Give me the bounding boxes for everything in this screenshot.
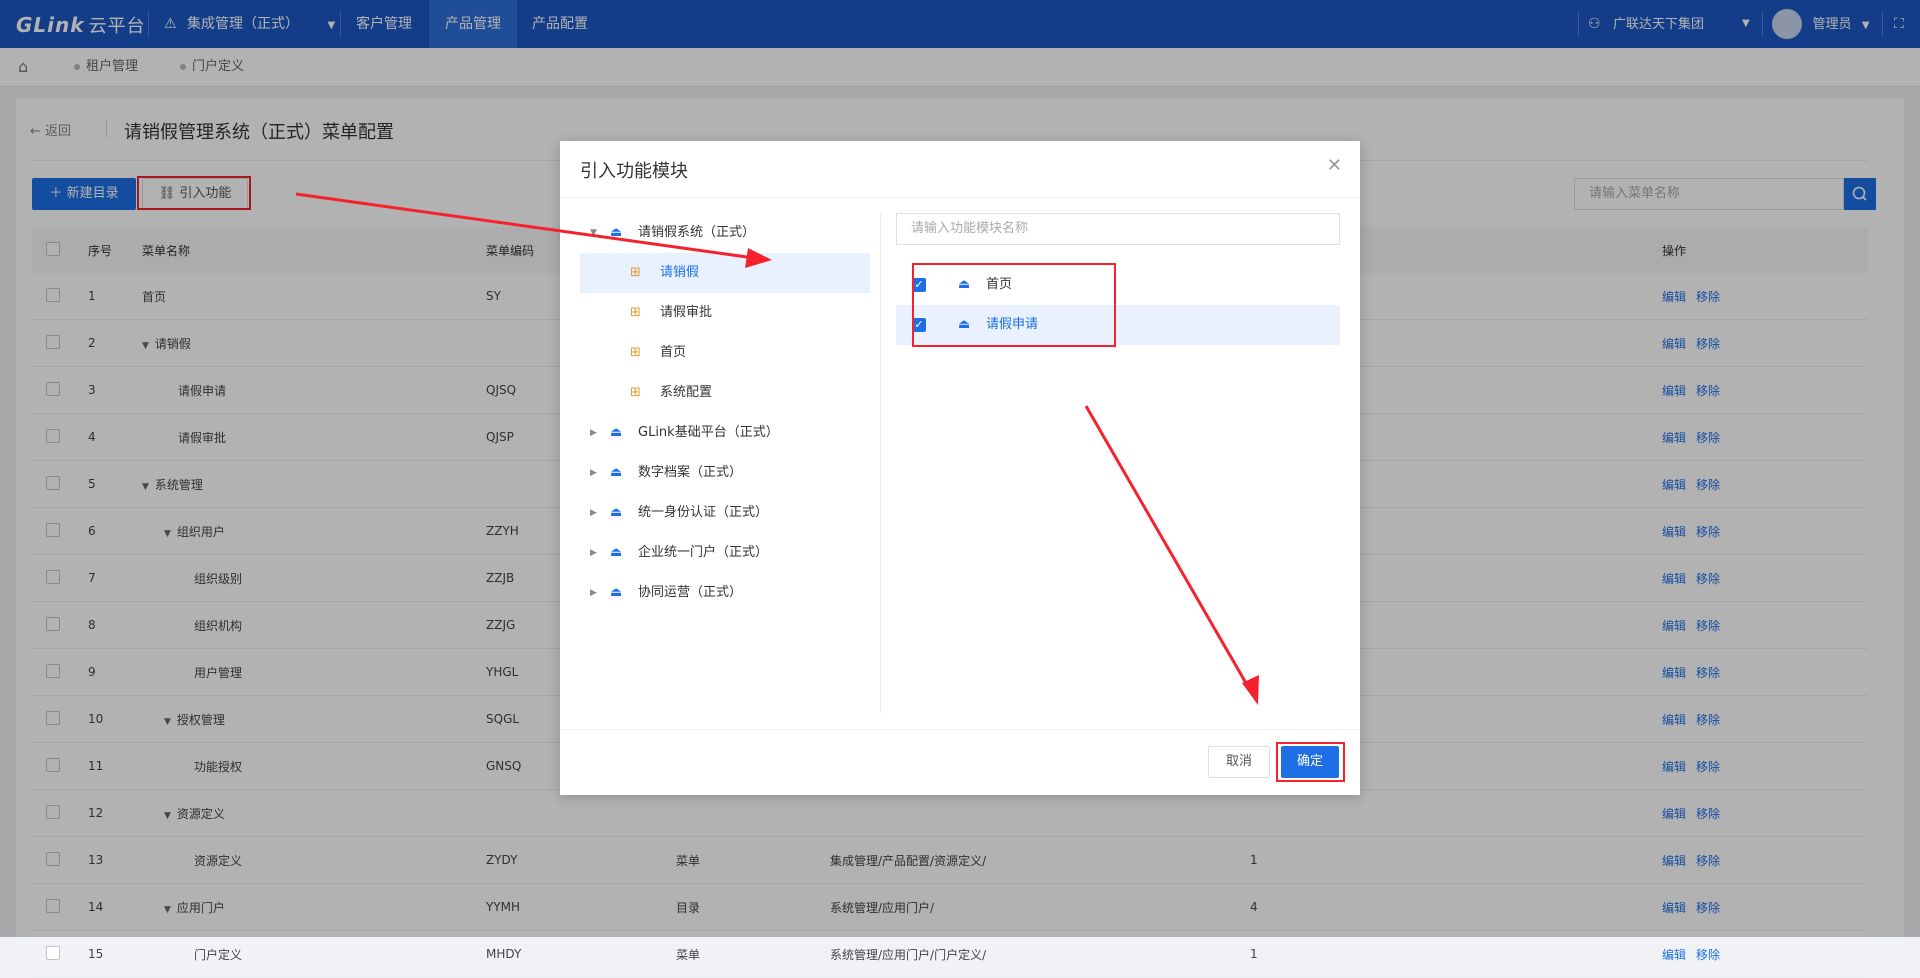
system-icon: ⏏	[610, 585, 623, 600]
row-checkbox[interactable]	[46, 945, 60, 960]
tree-node-system[interactable]: ▶ ⏏ 数字档案（正式）	[580, 453, 870, 493]
row-no: 15	[87, 930, 141, 978]
tree-node-label: 请销假系统（正式）	[638, 225, 756, 240]
module-icon: ⊞	[630, 305, 641, 320]
module-filter-input[interactable]: 请输入功能模块名称	[896, 213, 1340, 245]
row-name: 门户定义	[141, 930, 485, 978]
tree-node-label: 企业统一门户（正式）	[638, 545, 769, 560]
system-icon: ⏏	[610, 545, 623, 560]
tree-node-label: 协同运营（正式）	[638, 585, 743, 600]
tree-node-label: 请假审批	[660, 305, 713, 320]
cancel-button[interactable]: 取消	[1208, 746, 1270, 778]
import-module-dialog: 引入功能模块 ✕ ▼ ⏏ 请销假系统（正式） ⊞ 请销假 ⊞ 请假审批 ⊞ 首页 ⊞ 系统配置 ▶ ⏏ G…	[560, 141, 1360, 795]
row-type: 菜单	[675, 930, 829, 978]
tree-node-label: 系统配置	[660, 385, 713, 400]
row-path: 系统管理/应用门户/门户定义/	[829, 930, 1249, 978]
tree-node-label: GLink基础平台（正式）	[638, 425, 779, 440]
caret-right-icon[interactable]: ▶	[590, 533, 597, 573]
caret-right-icon[interactable]: ▶	[590, 573, 597, 613]
tree-node-module[interactable]: ⊞ 请假审批	[580, 293, 870, 333]
row-sort: 1	[1249, 930, 1661, 978]
dialog-title: 引入功能模块	[580, 161, 688, 182]
module-icon: ⊞	[630, 385, 641, 400]
system-icon: ⏏	[610, 225, 623, 240]
tree-node-module[interactable]: ⊞ 系统配置	[580, 373, 870, 413]
row-name-text: 门户定义	[194, 947, 243, 962]
table-row[interactable]: 15 门户定义 MHDY 菜单 系统管理/应用门户/门户定义/1 编辑 移除	[32, 930, 1868, 978]
tree-node-system[interactable]: ▶ ⏏ GLink基础平台（正式）	[580, 413, 870, 453]
system-icon: ⏏	[610, 465, 623, 480]
tree-node-system[interactable]: ▼ ⏏ 请销假系统（正式）	[580, 213, 870, 253]
edit-link[interactable]: 编辑	[1662, 948, 1686, 962]
caret-right-icon[interactable]: ▶	[590, 413, 597, 453]
tree-node-module[interactable]: ⊞ 首页	[580, 333, 870, 373]
tree-node-label: 请销假	[660, 265, 700, 280]
tree-node-system[interactable]: ▶ ⏏ 企业统一门户（正式）	[580, 533, 870, 573]
close-icon[interactable]: ✕	[1327, 155, 1342, 176]
annotation-box-confirm	[1276, 742, 1345, 782]
tree-node-system[interactable]: ▶ ⏏ 协同运营（正式）	[580, 573, 870, 613]
tree-node-label: 首页	[660, 345, 687, 360]
remove-link[interactable]: 移除	[1696, 948, 1720, 962]
tree-node-module[interactable]: ⊞ 请销假	[580, 253, 870, 293]
caret-down-icon[interactable]: ▼	[590, 213, 597, 253]
tree-node-label: 统一身份认证（正式）	[638, 505, 769, 520]
tree-node-label: 数字档案（正式）	[638, 465, 743, 480]
system-icon: ⏏	[610, 425, 623, 440]
module-icon: ⊞	[630, 265, 641, 280]
module-icon: ⊞	[630, 345, 641, 360]
caret-right-icon[interactable]: ▶	[590, 493, 597, 533]
annotation-box-items	[912, 263, 1116, 347]
system-icon: ⏏	[610, 505, 623, 520]
row-code: MHDY	[485, 930, 675, 978]
caret-right-icon[interactable]: ▶	[590, 453, 597, 493]
tree-node-system[interactable]: ▶ ⏏ 统一身份认证（正式）	[580, 493, 870, 533]
